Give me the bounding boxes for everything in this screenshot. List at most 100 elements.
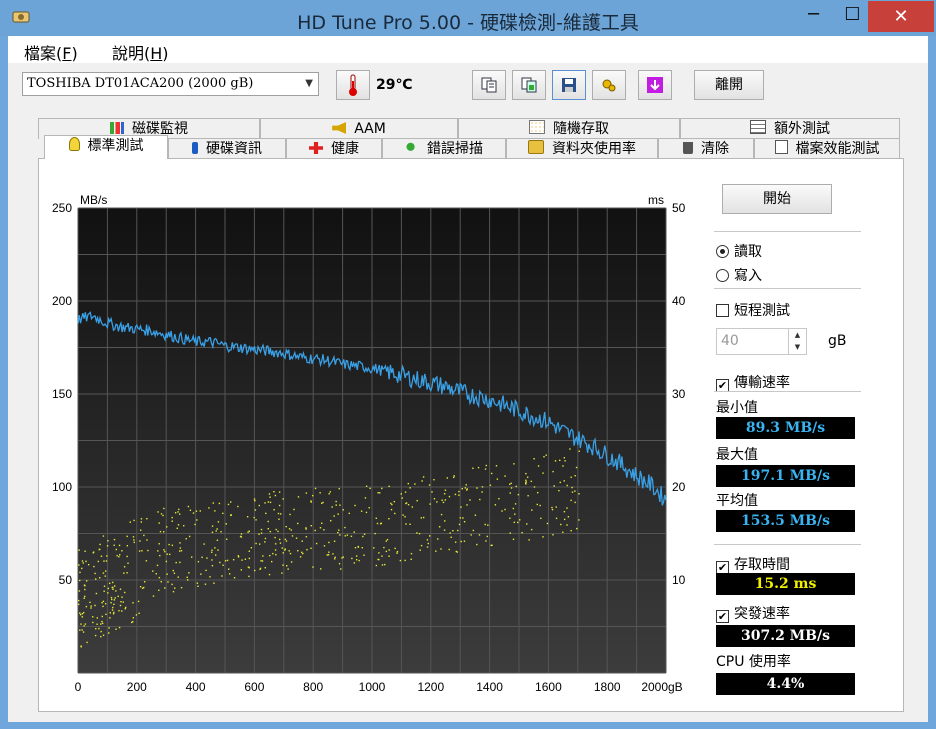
access-time-point bbox=[350, 535, 353, 537]
access-time-point bbox=[178, 550, 181, 552]
start-button[interactable]: 開始 bbox=[722, 184, 832, 214]
tab-random-access[interactable]: 隨機存取 bbox=[458, 118, 680, 139]
write-radio[interactable]: 寫入 bbox=[716, 265, 762, 285]
access-time-point bbox=[98, 627, 100, 630]
close-button[interactable]: ✕ bbox=[868, 1, 934, 32]
tab-folder-usage[interactable]: 資料夾使用率 bbox=[506, 138, 658, 159]
access-time-point bbox=[113, 599, 116, 601]
tab-disk-info[interactable]: 硬碟資訊 bbox=[168, 138, 286, 159]
temperature-button[interactable] bbox=[336, 70, 370, 100]
access-time-point bbox=[101, 615, 103, 618]
access-time-point bbox=[441, 499, 443, 501]
access-time-point bbox=[205, 569, 207, 572]
access-time-point bbox=[104, 603, 107, 605]
exit-button[interactable]: 離開 bbox=[694, 70, 764, 100]
separator bbox=[714, 391, 861, 392]
access-time-point bbox=[378, 552, 380, 554]
access-time-point bbox=[118, 544, 121, 547]
access-time-point bbox=[282, 498, 284, 500]
y-tick-label: 250 bbox=[52, 201, 72, 215]
tab-file-benchmark[interactable]: 檔案效能測試 bbox=[754, 138, 900, 159]
access-time-point bbox=[354, 504, 356, 507]
access-time-point bbox=[421, 480, 423, 482]
access-time-point bbox=[514, 503, 517, 505]
access-time-point bbox=[92, 616, 94, 618]
access-time-point bbox=[84, 550, 86, 552]
access-time-point bbox=[531, 509, 533, 511]
copy-image-button[interactable] bbox=[512, 70, 546, 100]
access-time-point bbox=[141, 587, 144, 590]
access-time-point bbox=[278, 518, 280, 520]
access-time-point bbox=[159, 530, 162, 533]
separator bbox=[714, 231, 861, 232]
access-time-point bbox=[110, 601, 112, 604]
access-time-point bbox=[160, 581, 162, 583]
access-time-point bbox=[420, 544, 423, 547]
tab-error-scan[interactable]: 錯誤掃描 bbox=[382, 138, 506, 159]
access-time-point bbox=[385, 550, 388, 553]
access-time-point bbox=[132, 617, 135, 619]
access-time-point bbox=[259, 567, 262, 570]
access-time-point bbox=[180, 586, 183, 589]
access-time-point bbox=[438, 526, 441, 528]
access-time-point bbox=[179, 542, 181, 544]
access-time-point bbox=[574, 501, 576, 504]
menu-file-label: 檔案( bbox=[24, 44, 63, 63]
save-button[interactable] bbox=[552, 70, 586, 100]
trash-icon bbox=[683, 142, 693, 154]
access-time-point bbox=[375, 564, 378, 567]
access-time-point bbox=[542, 536, 544, 538]
access-time-point bbox=[171, 516, 173, 519]
options-button[interactable] bbox=[592, 70, 626, 100]
access-time-point bbox=[484, 468, 487, 470]
tab-health[interactable]: 健康 bbox=[286, 138, 382, 159]
access-time-point bbox=[107, 592, 109, 594]
access-time-point bbox=[348, 512, 350, 515]
access-time-point bbox=[80, 623, 82, 625]
checkbox-unchecked-icon bbox=[716, 304, 729, 317]
access-time-point bbox=[450, 536, 452, 538]
access-time-point bbox=[133, 539, 135, 541]
tab-health-label: 健康 bbox=[331, 141, 359, 157]
access-time-point bbox=[100, 630, 102, 633]
short-test-size-input[interactable]: 40 ▲ ▼ bbox=[716, 328, 807, 355]
access-time-point bbox=[164, 550, 166, 553]
tab-benchmark[interactable]: 標準測試 bbox=[44, 135, 168, 159]
access-time-point bbox=[102, 572, 105, 574]
access-time-checkbox[interactable]: ✔ 存取時間 bbox=[716, 554, 790, 574]
access-time-point bbox=[399, 559, 402, 562]
access-time-point bbox=[460, 506, 462, 508]
tab-aam[interactable]: AAM bbox=[260, 118, 458, 139]
download-button[interactable] bbox=[638, 70, 672, 100]
access-time-point bbox=[411, 506, 414, 508]
read-radio-label: 讀取 bbox=[734, 244, 762, 260]
access-time-point bbox=[476, 487, 478, 489]
short-test-checkbox[interactable]: 短程測試 bbox=[716, 300, 790, 320]
access-time-point bbox=[250, 547, 253, 549]
copy-text-button[interactable] bbox=[472, 70, 506, 100]
access-time-point bbox=[111, 609, 114, 611]
minimize-button[interactable]: ─ bbox=[797, 1, 830, 29]
tab-extra-tests[interactable]: 額外測試 bbox=[680, 118, 900, 139]
access-time-point bbox=[342, 509, 344, 511]
access-time-point bbox=[365, 511, 368, 514]
transfer-rate-checkbox[interactable]: ✔ 傳輸速率 bbox=[716, 372, 790, 392]
x-tick-label: 800 bbox=[303, 680, 323, 694]
maximize-button[interactable]: ☐ bbox=[836, 1, 869, 29]
spin-buttons[interactable]: ▲ ▼ bbox=[788, 329, 806, 354]
access-time-point bbox=[472, 467, 474, 469]
access-time-point bbox=[401, 497, 403, 499]
access-time-point bbox=[525, 479, 527, 482]
access-time-point bbox=[384, 563, 386, 566]
access-time-point bbox=[78, 549, 80, 551]
drive-select[interactable]: TOSHIBA DT01ACA200 (2000 gB) ▼ bbox=[22, 72, 319, 96]
access-time-point bbox=[514, 513, 516, 515]
access-time-point bbox=[254, 509, 257, 511]
access-time-point bbox=[454, 493, 457, 496]
menu-help[interactable]: 說明(H) bbox=[112, 40, 169, 64]
access-time-point bbox=[545, 454, 547, 456]
menu-file[interactable]: 檔案(F) bbox=[24, 40, 78, 64]
tab-erase[interactable]: 清除 bbox=[658, 138, 754, 159]
burst-rate-checkbox[interactable]: ✔ 突發速率 bbox=[716, 603, 790, 623]
read-radio[interactable]: 讀取 bbox=[716, 241, 762, 261]
